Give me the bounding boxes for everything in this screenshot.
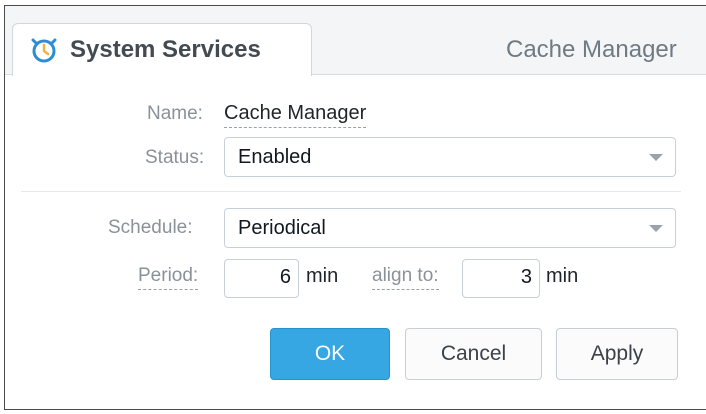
chevron-down-icon: [649, 154, 663, 161]
alarm-clock-icon: [31, 38, 57, 63]
period-label: Period:: [138, 265, 199, 290]
period-unit: min: [306, 265, 339, 287]
schedule-select[interactable]: Periodical: [224, 208, 676, 248]
align-to-label: align to:: [372, 265, 439, 290]
panel-header: System Services Cache Manager: [5, 6, 706, 76]
status-select[interactable]: Enabled: [224, 137, 676, 177]
align-to-input[interactable]: 3: [462, 259, 540, 298]
align-to-unit: min: [546, 265, 579, 287]
chevron-down-icon: [649, 225, 663, 232]
name-value: Cache Manager: [224, 102, 367, 128]
cancel-button[interactable]: Cancel: [405, 328, 542, 380]
apply-button[interactable]: Apply: [556, 328, 678, 380]
ok-button[interactable]: OK: [270, 328, 390, 380]
schedule-label: Schedule:: [108, 217, 193, 238]
status-label: Status:: [145, 147, 205, 168]
status-selected-value: Enabled: [238, 146, 312, 168]
schedule-selected-value: Periodical: [238, 217, 326, 239]
system-services-panel: System Services Cache Manager Name: Cach…: [4, 5, 706, 410]
period-input[interactable]: 6: [224, 259, 299, 298]
page-title: Cache Manager: [506, 36, 677, 63]
section-divider: [21, 191, 681, 192]
tab-title: System Services: [70, 36, 261, 63]
tab-system-services[interactable]: System Services: [12, 23, 312, 76]
name-label: Name:: [147, 103, 203, 124]
